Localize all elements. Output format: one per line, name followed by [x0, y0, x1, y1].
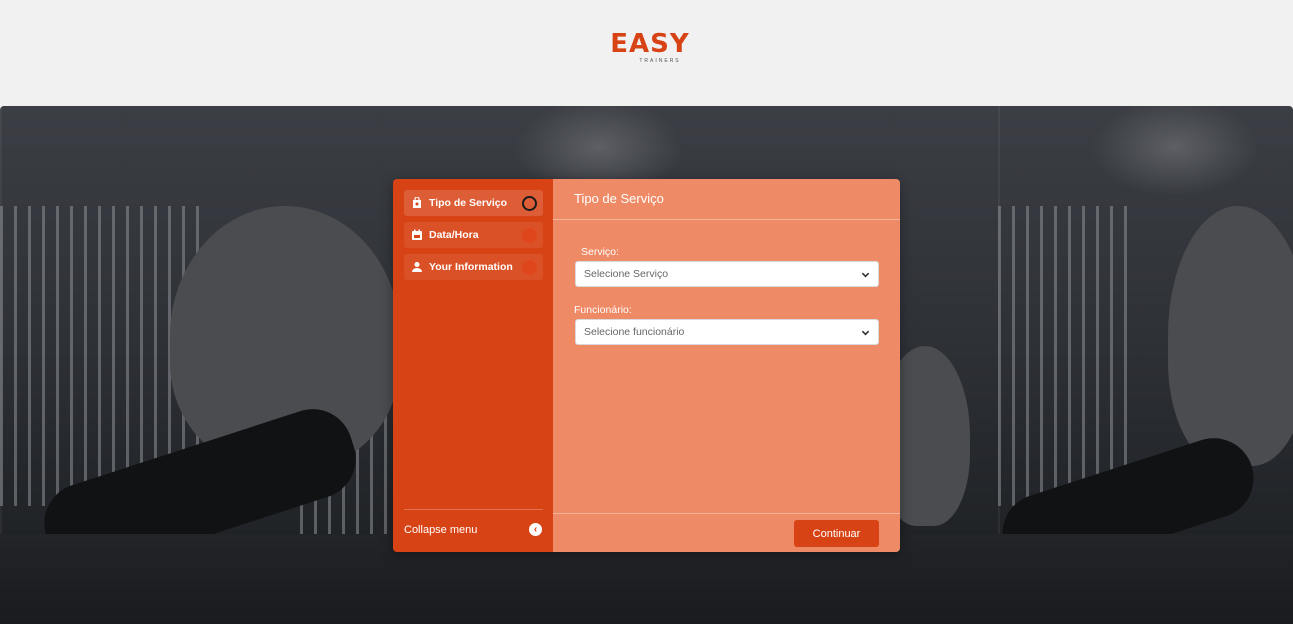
employee-label: Funcionário:	[574, 304, 632, 316]
athlete-figure	[1168, 206, 1293, 466]
booking-wizard: Tipo de Serviço Data/Hora Your Informati…	[393, 179, 900, 552]
sidebar-item-your-information[interactable]: Your Information	[404, 254, 543, 280]
chevron-down-icon	[861, 270, 870, 279]
site-header: EASY TRAINERS	[0, 0, 1293, 106]
wizard-sidebar: Tipo de Serviço Data/Hora Your Informati…	[393, 179, 553, 552]
sidebar-item-data-hora[interactable]: Data/Hora	[404, 222, 543, 248]
shopping-bag-icon	[411, 197, 423, 209]
divider	[553, 219, 900, 220]
continue-button[interactable]: Continuar	[794, 520, 879, 547]
step-status-indicator	[522, 260, 537, 275]
collapse-menu-button[interactable]: Collapse menu ‹	[404, 520, 543, 540]
divider	[553, 513, 900, 514]
panel-title: Tipo de Serviço	[574, 191, 664, 206]
service-select-value: Selecione Serviço	[584, 268, 669, 280]
service-select[interactable]: Selecione Serviço	[575, 261, 879, 287]
calendar-icon	[411, 229, 423, 241]
chevron-down-icon	[861, 328, 870, 337]
user-icon	[411, 261, 423, 273]
brand-logo[interactable]: EASY TRAINERS	[605, 30, 695, 64]
gym-floor	[998, 534, 1293, 624]
sidebar-item-tipo-de-servico[interactable]: Tipo de Serviço	[404, 190, 543, 216]
brand-name: EASY	[610, 29, 690, 59]
sidebar-item-label: Your Information	[429, 261, 513, 273]
background-photo-repeat	[992, 106, 1293, 624]
barbell-rack	[998, 206, 1138, 506]
sidebar-divider	[404, 509, 543, 510]
sidebar-item-label: Data/Hora	[429, 229, 479, 241]
sidebar-item-label: Tipo de Serviço	[429, 197, 507, 209]
wizard-panel: Tipo de Serviço Serviço: Selecione Servi…	[553, 179, 900, 552]
service-label: Serviço:	[581, 246, 619, 258]
chevron-left-circle-icon[interactable]: ‹	[529, 523, 542, 536]
collapse-menu-label: Collapse menu	[404, 524, 478, 536]
employee-select-value: Selecione funcionário	[584, 326, 685, 338]
employee-select[interactable]: Selecione funcionário	[575, 319, 879, 345]
step-status-indicator	[522, 196, 537, 211]
step-status-indicator	[522, 228, 537, 243]
